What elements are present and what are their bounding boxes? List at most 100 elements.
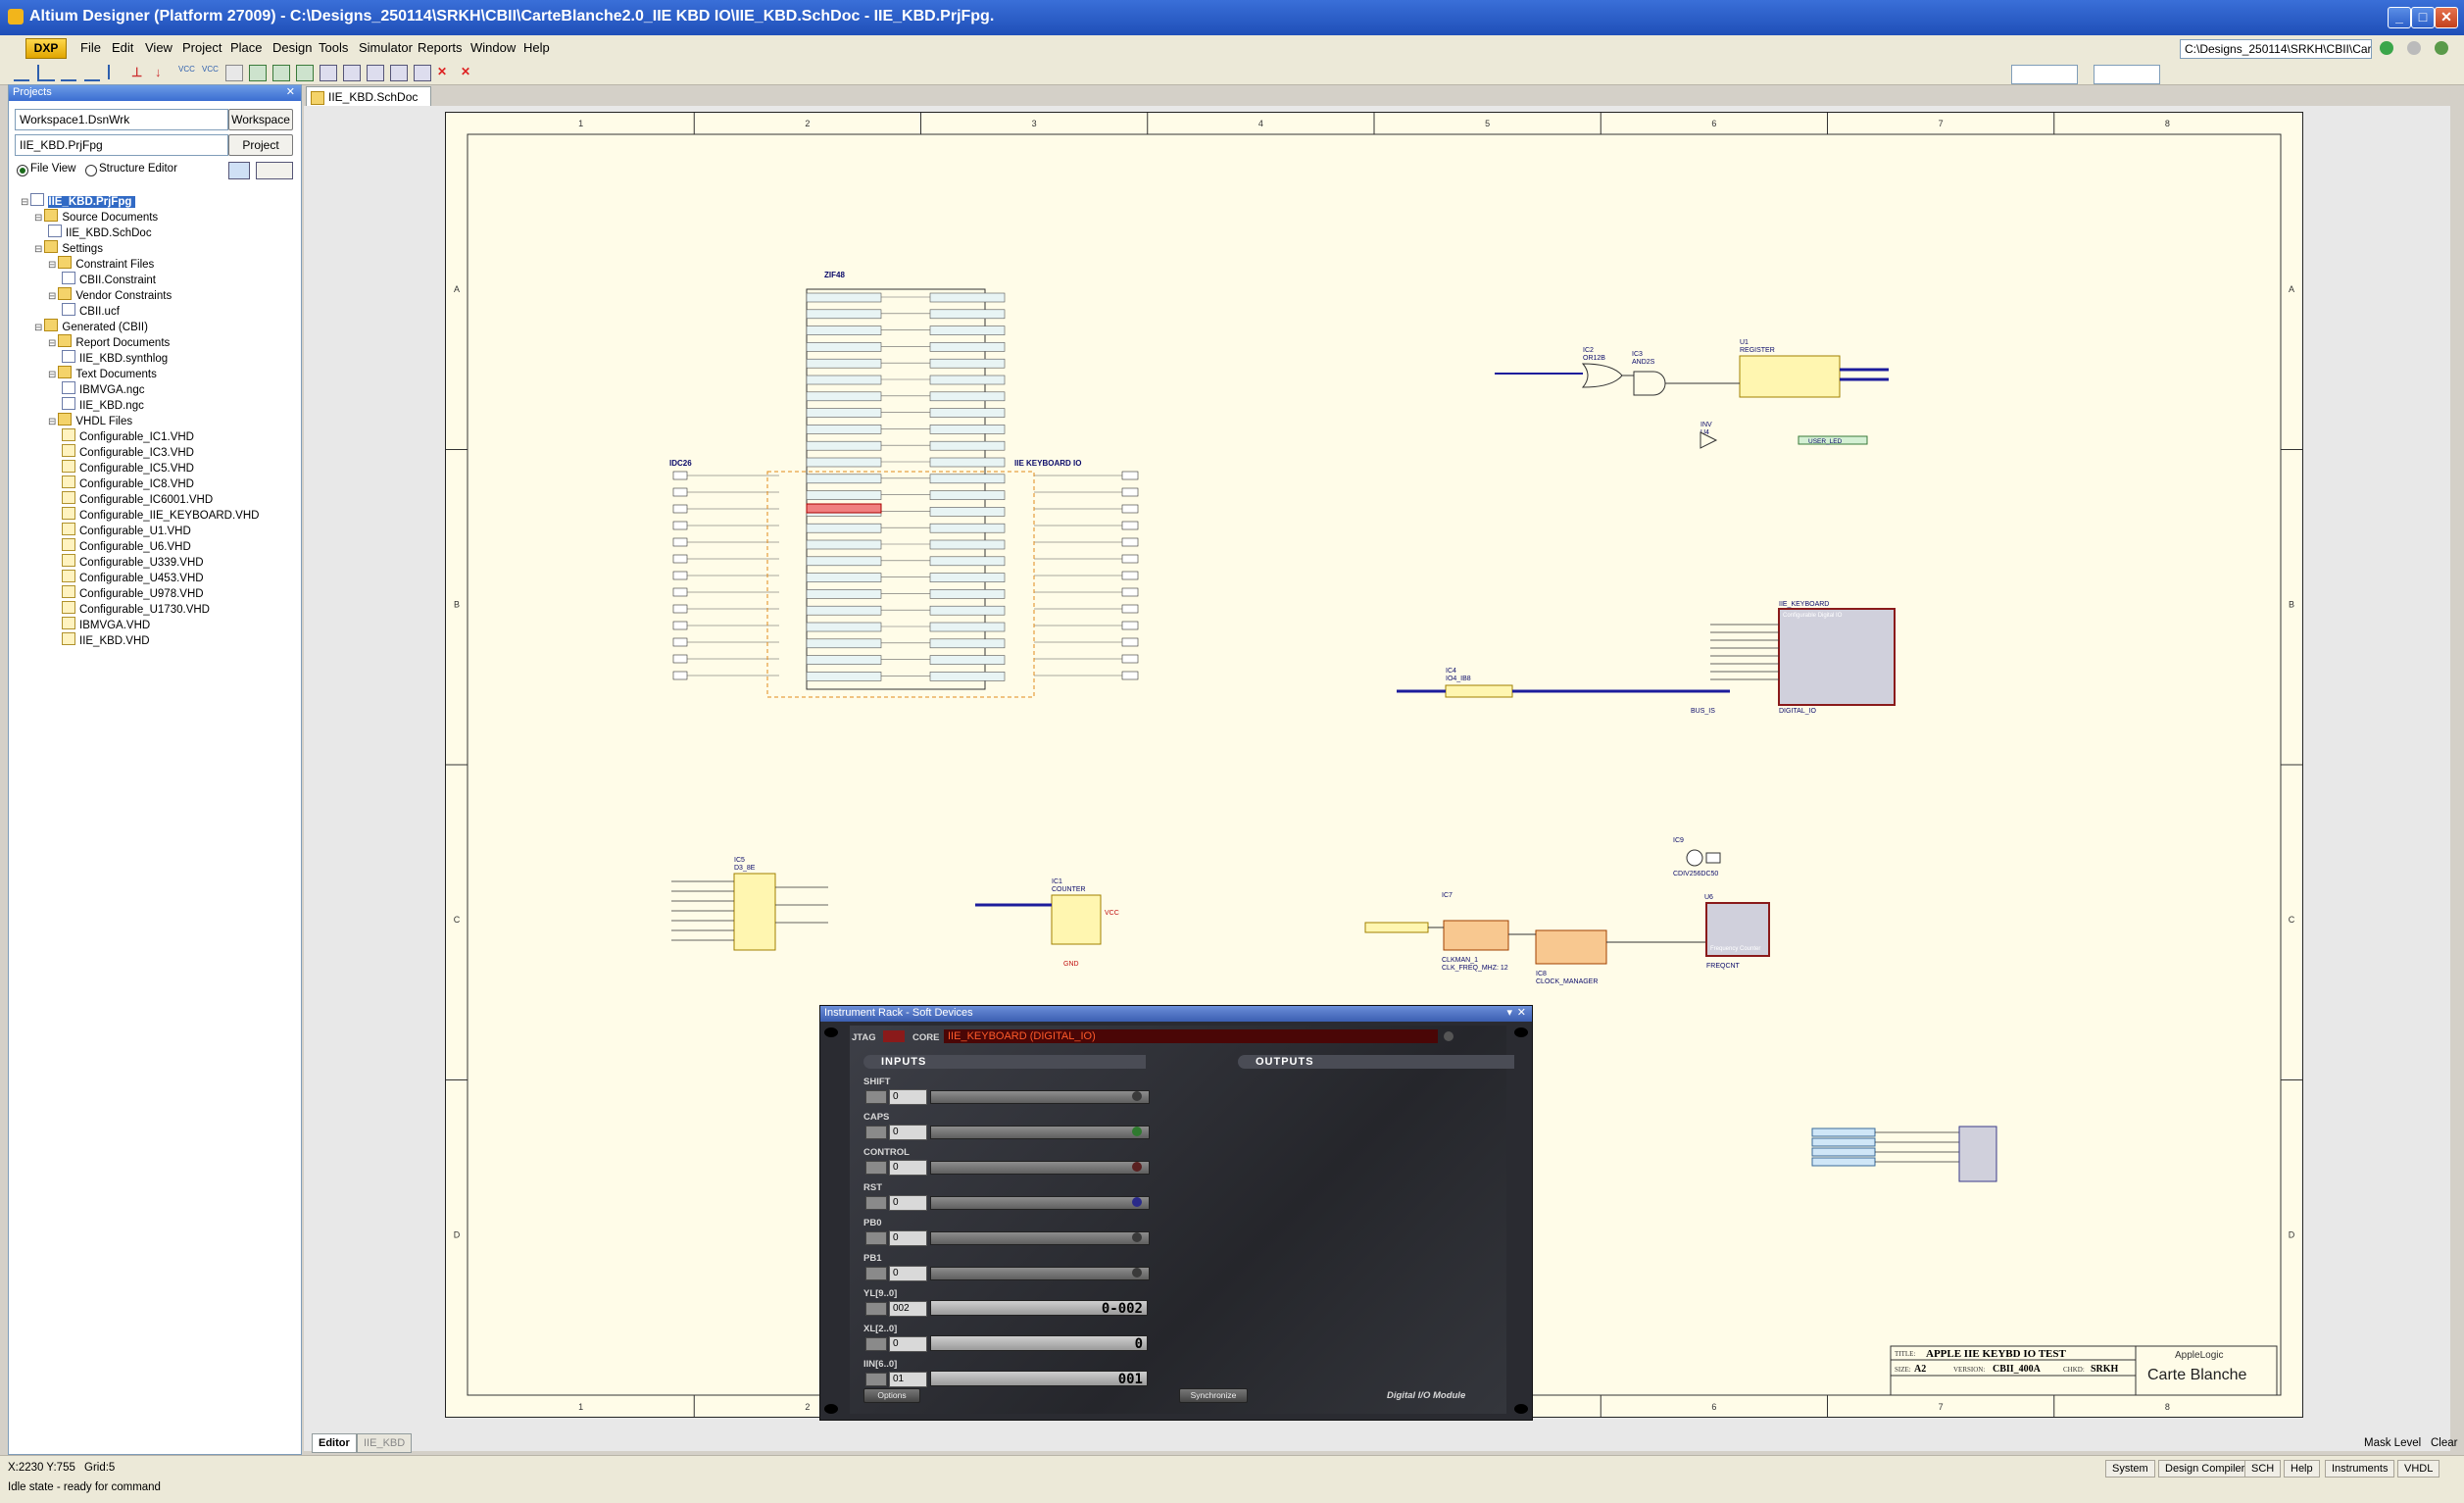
toolbar-field-1[interactable] bbox=[2011, 65, 2078, 84]
rack-menu-icon[interactable]: ▾ bbox=[1506, 1006, 1512, 1019]
file-view-radio[interactable] bbox=[17, 165, 28, 176]
vcc-text-icon[interactable]: VCC bbox=[178, 65, 195, 79]
menu-file[interactable]: File bbox=[80, 40, 101, 55]
menu-simulator[interactable]: Simulator bbox=[359, 40, 413, 55]
tab-editor[interactable]: Editor bbox=[312, 1433, 357, 1453]
panel-sch[interactable]: SCH bbox=[2244, 1460, 2282, 1478]
core-selector[interactable]: IIE_KEYBOARD (DIGITAL_IO) bbox=[944, 1029, 1438, 1043]
channel-toggle-button[interactable] bbox=[865, 1126, 887, 1139]
project-options-icon[interactable] bbox=[228, 162, 250, 179]
tree-item[interactable]: CBII.ucf bbox=[62, 303, 120, 319]
no-erc-icon-2[interactable]: ✕ bbox=[461, 65, 476, 79]
expand-icon[interactable]: ⊟ bbox=[48, 417, 56, 427]
tree-item[interactable]: IIE_KBD.ngc bbox=[62, 397, 144, 413]
bus-value-field[interactable]: 002 bbox=[889, 1301, 927, 1317]
tree-item[interactable]: CBII.Constraint bbox=[62, 272, 156, 287]
document-tab[interactable]: IIE_KBD.SchDoc bbox=[306, 86, 431, 108]
expand-icon[interactable]: ⊟ bbox=[48, 291, 56, 302]
sheet-symbol-icon[interactable] bbox=[249, 65, 267, 81]
channel-toggle-button[interactable] bbox=[865, 1161, 887, 1175]
harness-icon[interactable] bbox=[320, 65, 337, 81]
channel-value-field[interactable]: 0 bbox=[889, 1266, 927, 1281]
expand-icon[interactable]: ⊟ bbox=[48, 370, 56, 380]
close-button[interactable]: ✕ bbox=[2435, 7, 2458, 28]
menu-reports[interactable]: Reports bbox=[418, 40, 463, 55]
tree-item[interactable]: Configurable_U339.VHD bbox=[62, 554, 204, 570]
tree-item[interactable]: ⊟ Vendor Constraints bbox=[48, 287, 172, 303]
channel-slider[interactable] bbox=[930, 1126, 1150, 1139]
tree-item[interactable]: IIE_KBD.synthlog bbox=[62, 350, 168, 366]
net-label-icon[interactable] bbox=[84, 65, 100, 81]
tree-item[interactable]: ⊟ IIE_KBD.PrjFpg bbox=[21, 193, 136, 209]
tree-item[interactable]: ⊟ Source Documents bbox=[34, 209, 158, 225]
dxp-menu-button[interactable]: DXP bbox=[25, 38, 67, 59]
channel-value-field[interactable]: 0 bbox=[889, 1195, 927, 1211]
bus-toggle-button[interactable] bbox=[865, 1337, 887, 1351]
clear-button[interactable]: Clear bbox=[2431, 1437, 2457, 1449]
panel-help[interactable]: Help bbox=[2284, 1460, 2320, 1478]
wire-icon[interactable] bbox=[14, 65, 29, 81]
expand-icon[interactable]: ⊟ bbox=[34, 244, 42, 255]
vcc-port-icon[interactable]: ↓ bbox=[155, 65, 171, 79]
path-dropdown[interactable]: C:\Designs_250114\SRKH\CBII\CarteI bbox=[2180, 39, 2372, 59]
menu-tools[interactable]: Tools bbox=[319, 40, 348, 55]
project-button[interactable]: Project bbox=[228, 134, 293, 156]
panel-vhdl[interactable]: VHDL bbox=[2397, 1460, 2440, 1478]
rack-close-icon[interactable]: ✕ bbox=[1517, 1006, 1526, 1019]
menu-help[interactable]: Help bbox=[523, 40, 550, 55]
menu-window[interactable]: Window bbox=[470, 40, 516, 55]
channel-value-field[interactable]: 0 bbox=[889, 1160, 927, 1176]
tree-item[interactable]: ⊟ Report Documents bbox=[48, 334, 170, 350]
tree-item[interactable]: Configurable_U453.VHD bbox=[62, 570, 204, 585]
mask-level-label[interactable]: Mask Level bbox=[2364, 1437, 2421, 1449]
tree-item[interactable]: Configurable_U1.VHD bbox=[62, 523, 191, 538]
channel-slider[interactable] bbox=[930, 1090, 1150, 1104]
expand-icon[interactable]: ⊟ bbox=[48, 338, 56, 349]
channel-toggle-button[interactable] bbox=[865, 1196, 887, 1210]
toolbar-field-2[interactable] bbox=[2094, 65, 2160, 84]
synchronize-button[interactable]: Synchronize bbox=[1179, 1388, 1248, 1403]
tree-item[interactable]: Configurable_IIE_KEYBOARD.VHD bbox=[62, 507, 259, 523]
minimize-button[interactable]: _ bbox=[2388, 7, 2411, 28]
bus-icon[interactable] bbox=[37, 65, 55, 81]
project-menu-icon[interactable] bbox=[256, 162, 293, 179]
tree-item[interactable]: IBMVGA.VHD bbox=[62, 617, 150, 632]
workspace-button[interactable]: Workspace bbox=[228, 109, 293, 130]
channel-slider[interactable] bbox=[930, 1196, 1150, 1210]
gnd-port-icon[interactable]: ⊥ bbox=[131, 65, 147, 79]
channel-toggle-button[interactable] bbox=[865, 1090, 887, 1104]
no-erc-icon-a[interactable] bbox=[414, 65, 431, 81]
bus-toggle-button[interactable] bbox=[865, 1373, 887, 1386]
power-port-icon[interactable] bbox=[108, 65, 125, 79]
device-sheet-icon[interactable] bbox=[343, 65, 361, 81]
channel-slider[interactable] bbox=[930, 1267, 1150, 1280]
structure-editor-radio[interactable] bbox=[85, 165, 97, 176]
vcc-text-icon-2[interactable]: VCC bbox=[202, 65, 219, 79]
tree-item[interactable]: IBMVGA.ngc bbox=[62, 381, 144, 397]
part-icon[interactable] bbox=[225, 65, 243, 81]
tab-iie-kbd[interactable]: IIE_KBD bbox=[357, 1433, 413, 1453]
channel-value-field[interactable]: 0 bbox=[889, 1089, 927, 1105]
tree-item[interactable]: Configurable_IC3.VHD bbox=[62, 444, 194, 460]
expand-icon[interactable]: ⊟ bbox=[48, 260, 56, 271]
workspace-select[interactable]: Workspace1.DsnWrk bbox=[15, 109, 228, 130]
channel-slider[interactable] bbox=[930, 1231, 1150, 1245]
tree-item[interactable]: Configurable_IC1.VHD bbox=[62, 428, 194, 444]
tree-item[interactable]: ⊟ Generated (CBII) bbox=[34, 319, 148, 334]
menu-edit[interactable]: Edit bbox=[112, 40, 133, 55]
bus-value-field[interactable]: 01 bbox=[889, 1372, 927, 1387]
tree-item[interactable]: Configurable_U1730.VHD bbox=[62, 601, 210, 617]
panel-design-compiler[interactable]: Design Compiler bbox=[2158, 1460, 2252, 1478]
panel-close-icon[interactable]: ✕ bbox=[286, 85, 295, 98]
menu-place[interactable]: Place bbox=[230, 40, 263, 55]
directive-icon[interactable] bbox=[367, 65, 384, 81]
channel-toggle-button[interactable] bbox=[865, 1231, 887, 1245]
forward-icon[interactable] bbox=[2407, 41, 2421, 55]
channel-slider[interactable] bbox=[930, 1161, 1150, 1175]
port-icon[interactable] bbox=[296, 65, 314, 81]
compile-mask-icon[interactable] bbox=[390, 65, 408, 81]
project-field[interactable]: IIE_KBD.PrjFpg bbox=[15, 134, 228, 156]
tree-item[interactable]: Configurable_U6.VHD bbox=[62, 538, 191, 554]
panel-system[interactable]: System bbox=[2105, 1460, 2155, 1478]
channel-value-field[interactable]: 0 bbox=[889, 1230, 927, 1246]
